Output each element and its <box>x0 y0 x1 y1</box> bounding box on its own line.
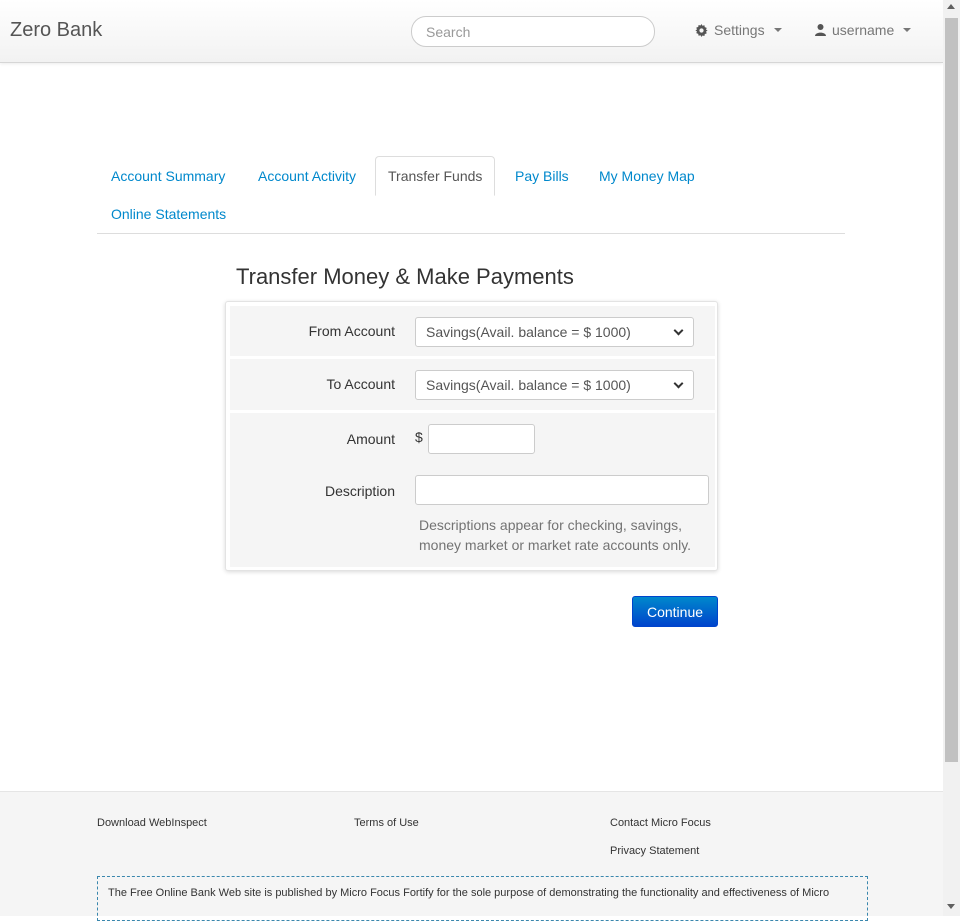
tab-online-statements[interactable]: Online Statements <box>111 206 226 222</box>
amount-input[interactable] <box>428 424 535 454</box>
description-label: Description <box>324 483 395 499</box>
scrollbar[interactable] <box>943 0 960 916</box>
tab-account-summary[interactable]: Account Summary <box>111 168 225 184</box>
footer: Download WebInspect Terms of Use Contact… <box>0 791 943 921</box>
currency-symbol: $ <box>415 429 423 445</box>
user-icon <box>815 24 826 36</box>
disclaimer-text: The Free Online Bank Web site is publish… <box>97 876 868 921</box>
user-menu[interactable]: username <box>815 22 912 38</box>
settings-menu[interactable]: Settings <box>695 22 782 38</box>
to-account-row: To Account Savings(Avail. balance = $ 10… <box>230 359 715 410</box>
continue-button[interactable]: Continue <box>632 596 718 627</box>
description-help-text: Descriptions appear for checking, saving… <box>419 517 692 553</box>
scroll-up-arrow-icon[interactable] <box>947 4 955 9</box>
caret-down-icon <box>903 28 912 32</box>
amount-description-row: Amount $ Description Descriptions appear… <box>230 413 715 567</box>
privacy-statement-link[interactable]: Privacy Statement <box>610 845 699 857</box>
from-account-label: From Account <box>308 323 395 339</box>
download-webinspect-link[interactable]: Download WebInspect <box>97 817 207 829</box>
page-title: Transfer Money & Make Payments <box>236 264 574 289</box>
tab-my-money-map[interactable]: My Money Map <box>599 168 695 184</box>
description-input[interactable] <box>415 475 709 505</box>
settings-label: Settings <box>714 22 765 38</box>
scroll-down-arrow-icon[interactable] <box>947 904 955 909</box>
navbar: Zero Bank Settings username <box>0 0 943 63</box>
scroll-thumb[interactable] <box>945 18 958 762</box>
transfer-form: From Account Savings(Avail. balance = $ … <box>225 301 718 571</box>
tab-pay-bills[interactable]: Pay Bills <box>515 168 569 184</box>
from-account-value: Savings(Avail. balance = $ 1000) <box>426 324 631 340</box>
to-account-select[interactable]: Savings(Avail. balance = $ 1000) <box>415 370 694 400</box>
brand-logo[interactable]: Zero Bank <box>10 19 102 42</box>
chevron-down-icon <box>673 325 684 336</box>
search-input[interactable] <box>411 16 655 47</box>
from-account-select[interactable]: Savings(Avail. balance = $ 1000) <box>415 317 694 347</box>
tab-account-activity[interactable]: Account Activity <box>258 168 356 184</box>
contact-link[interactable]: Contact Micro Focus <box>610 817 711 829</box>
tabs-divider <box>97 233 845 234</box>
user-label: username <box>832 22 895 38</box>
to-account-value: Savings(Avail. balance = $ 1000) <box>426 377 631 393</box>
chevron-down-icon <box>673 378 684 389</box>
caret-down-icon <box>773 28 782 32</box>
to-account-label: To Account <box>326 376 396 392</box>
amount-label: Amount <box>346 431 395 447</box>
from-account-row: From Account Savings(Avail. balance = $ … <box>230 306 715 356</box>
terms-of-use-link[interactable]: Terms of Use <box>354 817 419 829</box>
tab-transfer-funds[interactable]: Transfer Funds <box>375 156 496 196</box>
gear-icon <box>695 23 708 37</box>
